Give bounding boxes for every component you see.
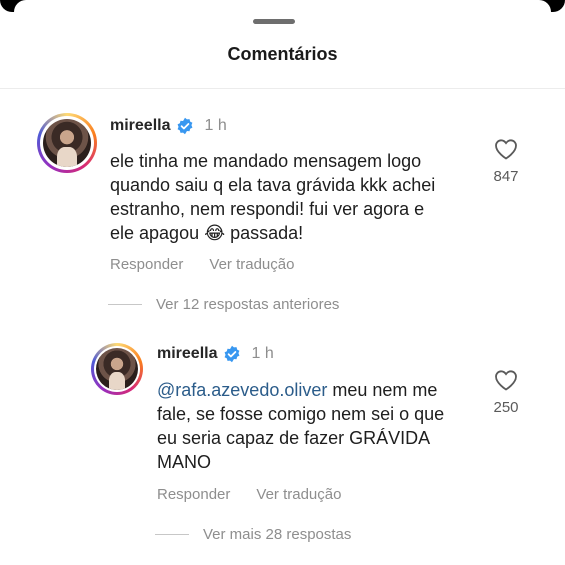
translate-button[interactable]: Ver tradução — [256, 486, 341, 503]
heart-outline-icon[interactable] — [494, 138, 518, 160]
translate-button[interactable]: Ver tradução — [209, 256, 294, 273]
replies-divider — [108, 304, 142, 305]
view-replies-link[interactable]: Ver mais 28 respostas — [155, 526, 351, 543]
username[interactable]: mireella — [157, 345, 217, 363]
comment-actions: Responder Ver tradução — [157, 486, 341, 503]
avatar[interactable] — [37, 113, 97, 173]
username[interactable]: mireella — [110, 117, 170, 135]
comment-text: @rafa.azevedo.oliver meu nem me fale, se… — [157, 378, 457, 474]
comment-header: mireella 1 h — [157, 345, 274, 363]
timestamp: 1 h — [204, 117, 227, 134]
like-count: 847 — [493, 168, 519, 185]
avatar[interactable] — [91, 343, 143, 395]
mention-link[interactable]: @rafa.azevedo.oliver — [157, 380, 327, 400]
comment-header: mireella 1 h — [110, 117, 227, 135]
timestamp: 1 h — [251, 345, 274, 362]
verified-badge-icon — [225, 345, 240, 363]
reply-button[interactable]: Responder — [157, 486, 230, 503]
comment-text: ele tinha me mandado mensagem logo quand… — [110, 151, 436, 243]
like-control[interactable]: 847 — [486, 138, 526, 185]
replies-divider — [155, 534, 189, 535]
drag-handle[interactable] — [253, 19, 295, 24]
like-control[interactable]: 250 — [486, 369, 526, 416]
verified-badge-icon — [178, 117, 193, 135]
view-replies-label[interactable]: Ver 12 respostas anteriores — [156, 296, 339, 313]
header-divider — [0, 88, 565, 89]
heart-outline-icon[interactable] — [494, 369, 518, 391]
view-replies-label[interactable]: Ver mais 28 respostas — [203, 526, 351, 543]
view-replies-link[interactable]: Ver 12 respostas anteriores — [108, 296, 339, 313]
sheet-title: Comentários — [227, 44, 338, 64]
like-count: 250 — [493, 399, 519, 416]
reply-button[interactable]: Responder — [110, 256, 183, 273]
comment-actions: Responder Ver tradução — [110, 256, 294, 273]
sheet-top-edge — [0, 0, 565, 12]
